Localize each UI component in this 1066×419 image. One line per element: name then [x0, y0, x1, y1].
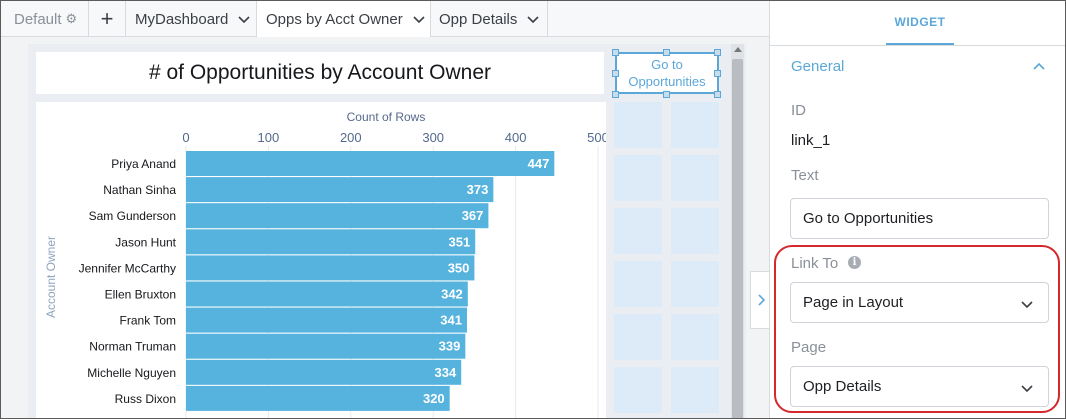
x-tick-label: 0 — [182, 130, 189, 145]
tab-label: Opps by Acct Owner — [266, 10, 403, 28]
category-label: Norman Truman — [89, 340, 176, 354]
app-root: Default ⚙ + MyDashboard Opps by Acct Own… — [0, 0, 1066, 419]
grid-cell[interactable] — [614, 314, 662, 360]
text-label: Text — [791, 167, 819, 184]
grid-cell[interactable] — [614, 155, 662, 201]
bar[interactable] — [186, 255, 475, 281]
id-label: ID — [791, 102, 806, 119]
bar-value-label: 339 — [439, 339, 461, 354]
grid-cell[interactable] — [671, 314, 719, 360]
x-tick-label: 100 — [258, 130, 280, 145]
tab-opps-by-acct-owner[interactable]: Opps by Acct Owner — [257, 1, 431, 37]
bar-chart: 0 100 200 300 400 500 447 Priya Anand 373 Nathan… — [44, 110, 606, 418]
chart-widget[interactable]: 0 100 200 300 400 500 447 Priya Anand 373 Nathan… — [36, 102, 606, 418]
tab-mydashboard[interactable]: MyDashboard — [126, 1, 257, 37]
divider — [770, 45, 1065, 46]
bar-value-label: 320 — [423, 391, 445, 406]
scrollbar-thumb[interactable] — [732, 59, 743, 418]
bar[interactable] — [186, 203, 489, 229]
grid-cell[interactable] — [671, 367, 719, 413]
title-widget[interactable]: # of Opportunities by Account Owner — [36, 52, 604, 94]
tab-default[interactable]: Default ⚙ — [1, 1, 89, 37]
x-axis-label: Count of Rows — [347, 110, 426, 124]
text-field-value: Go to Opportunities — [803, 210, 934, 227]
x-tick-label: 400 — [505, 130, 527, 145]
dashboard-title: # of Opportunities by Account Owner — [148, 61, 492, 84]
category-label: Jason Hunt — [115, 235, 176, 249]
category-label: Ellen Bruxton — [105, 288, 176, 302]
bar[interactable] — [186, 385, 450, 411]
grid-cell[interactable] — [614, 261, 662, 307]
bar[interactable] — [186, 229, 476, 255]
widget-properties-panel: WIDGET General ID link_1 Text Go to Oppo… — [769, 1, 1065, 418]
bar-value-label: 351 — [449, 234, 471, 249]
text-field[interactable]: Go to Opportunities — [790, 198, 1049, 239]
tab-label: MyDashboard — [135, 10, 229, 28]
link-widget[interactable]: Go to Opportunities — [615, 52, 719, 94]
bar[interactable] — [186, 151, 555, 176]
add-page-button[interactable]: + — [89, 1, 126, 37]
bar[interactable] — [186, 359, 462, 385]
bar-value-label: 350 — [448, 260, 470, 275]
x-tick-label: 300 — [422, 130, 444, 145]
layout-canvas: # of Opportunities by Account Owner 0 100… — [28, 44, 746, 418]
category-label: Nathan Sinha — [103, 183, 176, 197]
category-label: Sam Gunderson — [89, 209, 176, 223]
gear-icon[interactable]: ⚙ — [66, 11, 78, 27]
grid-cell[interactable] — [614, 102, 662, 148]
id-value: link_1 — [791, 132, 831, 149]
resize-handle[interactable] — [663, 91, 670, 98]
resize-handle[interactable] — [714, 49, 721, 56]
link-widget-text: Go to Opportunities — [628, 57, 706, 89]
tab-label: Opp Details — [439, 10, 518, 28]
chevron-up-icon[interactable] — [1032, 59, 1046, 73]
resize-handle[interactable] — [714, 91, 721, 98]
chevron-right-icon — [757, 294, 765, 306]
y-axis-label: Account Owner — [44, 236, 58, 318]
bar[interactable] — [186, 177, 494, 203]
grid-cell[interactable] — [614, 208, 662, 254]
dashboard-designer: Default ⚙ + MyDashboard Opps by Acct Own… — [1, 1, 770, 418]
resize-handle[interactable] — [714, 70, 721, 77]
section-general-label[interactable]: General — [791, 58, 844, 75]
grid-cell[interactable] — [671, 208, 719, 254]
page-tabbar: Default ⚙ + MyDashboard Opps by Acct Own… — [1, 1, 769, 37]
resize-handle[interactable] — [663, 49, 670, 56]
x-tick-label: 500 — [587, 130, 606, 145]
resize-handle[interactable] — [612, 49, 619, 56]
plus-icon: + — [100, 6, 114, 31]
x-tick-label: 200 — [340, 130, 362, 145]
scroll-up-arrow-icon[interactable] — [734, 47, 742, 52]
tab-default-label: Default — [14, 10, 62, 28]
bar-value-label: 367 — [462, 208, 484, 223]
collapse-panel-toggle[interactable] — [750, 271, 770, 329]
tab-widget[interactable]: WIDGET — [886, 1, 954, 45]
bar-value-label: 342 — [441, 287, 463, 302]
category-label: Russ Dixon — [115, 392, 176, 406]
category-label: Priya Anand — [111, 157, 176, 171]
tab-opp-details[interactable]: Opp Details — [431, 1, 548, 37]
bar[interactable] — [186, 281, 468, 307]
category-label: Michelle Nguyen — [87, 366, 176, 380]
bar-value-label: 447 — [528, 156, 550, 171]
resize-handle[interactable] — [612, 91, 619, 98]
bar[interactable] — [186, 333, 466, 359]
bar-value-label: 373 — [467, 182, 489, 197]
grid-cell[interactable] — [671, 155, 719, 201]
grid-cell[interactable] — [671, 261, 719, 307]
bar[interactable] — [186, 307, 467, 333]
chevron-down-icon[interactable] — [526, 12, 540, 26]
grid-cell[interactable] — [614, 367, 662, 413]
category-label: Frank Tom — [120, 314, 176, 328]
category-label: Jennifer McCarthy — [79, 261, 176, 275]
grid-cell[interactable] — [671, 102, 719, 148]
chevron-down-icon[interactable] — [237, 12, 251, 26]
highlight-annotation — [774, 245, 1060, 413]
chevron-down-icon[interactable] — [412, 12, 426, 26]
bar-value-label: 334 — [435, 365, 457, 380]
resize-handle[interactable] — [612, 70, 619, 77]
bar-value-label: 341 — [440, 313, 462, 328]
